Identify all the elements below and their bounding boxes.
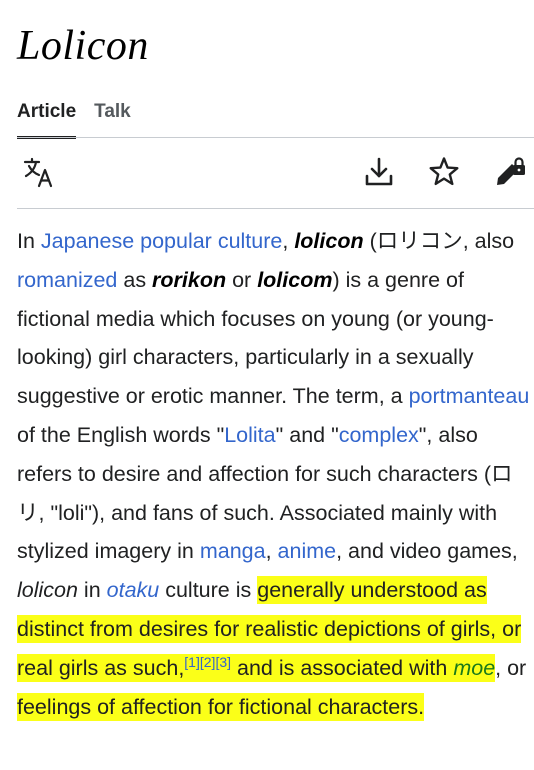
term-lolicom: lolicom — [257, 267, 333, 292]
toolbar-divider — [17, 208, 534, 209]
tabs-divider — [17, 137, 534, 138]
star-icon[interactable] — [427, 155, 461, 189]
term-rorikon: rorikon — [152, 267, 227, 292]
highlighted-text: and is associated with — [231, 653, 454, 682]
citation-1[interactable]: [1] — [184, 654, 200, 670]
translate-icon[interactable] — [22, 155, 56, 189]
link-lolita[interactable]: Lolita — [224, 423, 275, 447]
lead-paragraph: In Japanese popular culture, lolicon (ロリ… — [17, 229, 530, 721]
edit-locked-icon[interactable] — [493, 155, 527, 189]
page-tabs: Article Talk — [17, 100, 131, 139]
download-icon[interactable] — [362, 155, 396, 189]
highlighted-text: feelings of affection for fictional char… — [17, 692, 425, 721]
tab-talk[interactable]: Talk — [94, 100, 131, 136]
link-japanese-popular-culture[interactable]: Japanese popular culture — [41, 229, 282, 253]
link-portmanteau[interactable]: portmanteau — [409, 384, 530, 408]
citation-3[interactable]: [3] — [215, 654, 231, 670]
link-complex[interactable]: complex — [339, 423, 419, 447]
term-lolicon: lolicon — [294, 229, 364, 253]
link-moe[interactable]: moe — [453, 656, 495, 680]
citation-2[interactable]: [2] — [200, 654, 216, 670]
link-anime[interactable]: anime — [278, 539, 337, 563]
term-lolicon-italic: lolicon — [17, 578, 78, 603]
link-manga[interactable]: manga — [200, 539, 266, 563]
link-romanized[interactable]: romanized — [17, 268, 117, 292]
page-title: Lolicon — [17, 23, 149, 69]
tab-article[interactable]: Article — [17, 100, 77, 139]
link-otaku[interactable]: otaku — [107, 578, 160, 602]
article-body: In Japanese popular culture, lolicon (ロリ… — [17, 222, 534, 726]
